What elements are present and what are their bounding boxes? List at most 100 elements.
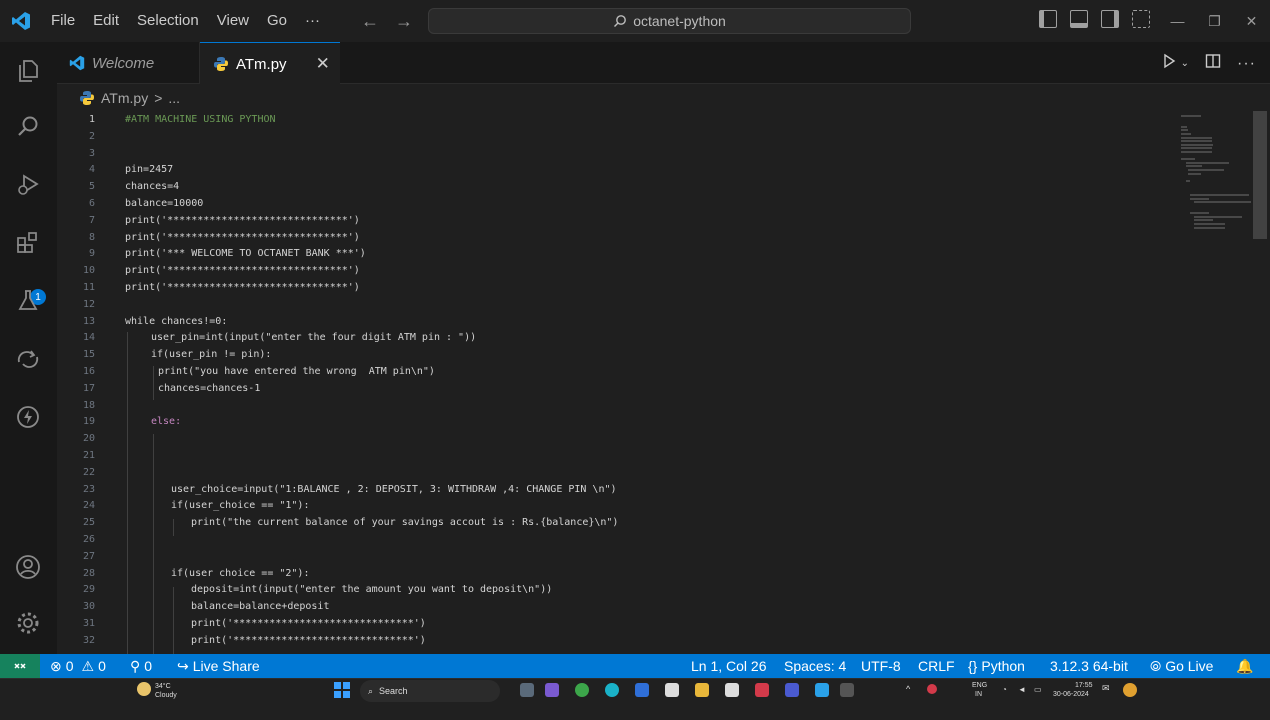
tab-welcome[interactable]: Welcome — [57, 42, 200, 84]
code-line[interactable]: 6 balance=10000 — [57, 195, 1177, 212]
code-line[interactable]: 23 user_choice=input("1:BALANCE , 2: DEPO… — [57, 481, 1177, 498]
run-python-file-icon[interactable] — [1161, 53, 1177, 74]
indentation[interactable]: Spaces: 4 — [784, 654, 846, 678]
app-icon[interactable] — [725, 683, 739, 697]
code-line[interactable]: 8 print('******************************') — [57, 229, 1177, 246]
code-line[interactable]: 5 chances=4 — [57, 178, 1177, 195]
tray-app-icon[interactable] — [927, 684, 937, 694]
problems-indicator[interactable]: ⊗ 0 ⚠ 0 — [50, 654, 106, 678]
toggle-secondary-sidebar-icon[interactable] — [1101, 10, 1119, 28]
language-code[interactable]: ENG — [972, 681, 987, 690]
breadcrumb-symbols[interactable]: ... — [168, 90, 180, 106]
explorer-icon[interactable] — [11, 54, 45, 88]
settings-gear-icon[interactable] — [11, 606, 45, 640]
copilot-icon[interactable] — [1123, 683, 1137, 697]
tray-chevron-icon[interactable]: ^ — [906, 685, 910, 694]
taskbar-search[interactable]: ⌕ Search — [360, 680, 500, 702]
region-code[interactable]: IN — [975, 690, 982, 699]
code-line[interactable]: 25 print("the current balance of your sav… — [57, 514, 1177, 531]
customize-layout-icon[interactable] — [1132, 10, 1150, 28]
code-line[interactable]: 4 pin=2457 — [57, 161, 1177, 178]
weather-icon[interactable] — [137, 682, 151, 696]
code-line[interactable]: 24 if(user_choice == "1"): — [57, 497, 1177, 514]
code-line[interactable]: 29 deposit=int(input("enter the amount yo… — [57, 581, 1177, 598]
end-of-line[interactable]: CRLF — [918, 654, 955, 678]
edge-icon[interactable] — [605, 683, 619, 697]
code-line[interactable]: 13 while chances!=0: — [57, 313, 1177, 330]
code-editor[interactable]: 1 #ATM MACHINE USING PYTHON 2 3 4 pin=2457 5 ch… — [57, 111, 1257, 654]
battery-icon[interactable]: ▭ — [1034, 685, 1042, 694]
code-line[interactable]: 30 balance=balance+deposit — [57, 598, 1177, 615]
code-line[interactable]: 19 else: — [57, 413, 1177, 430]
testing-icon[interactable] — [11, 284, 45, 318]
menu-more[interactable]: ··· — [296, 0, 329, 42]
app-icon[interactable] — [840, 683, 854, 697]
breadcrumb-file[interactable]: ATm.py — [101, 90, 148, 106]
restore-icon[interactable]: ❐ — [1196, 0, 1233, 42]
code-line[interactable]: 9 print('*** WELCOME TO OCTANET BANK ***'… — [57, 245, 1177, 262]
more-actions-icon[interactable]: ··· — [1237, 55, 1256, 73]
python-interpreter[interactable]: 3.12.3 64-bit — [1050, 654, 1128, 678]
code-line[interactable]: 21 — [57, 447, 1177, 464]
code-line[interactable]: 10 print('******************************'… — [57, 262, 1177, 279]
command-center-search[interactable]: octanet-python — [428, 8, 911, 34]
menu-edit[interactable]: Edit — [84, 0, 128, 42]
app-icon[interactable] — [755, 683, 769, 697]
remote-indicator[interactable] — [0, 654, 40, 678]
cursor-position[interactable]: Ln 1, Col 26 — [691, 654, 767, 678]
clock-date[interactable]: 30-06-2024 — [1053, 690, 1089, 699]
forward-arrow-icon[interactable]: → — [394, 10, 414, 32]
menu-selection[interactable]: Selection — [128, 0, 208, 42]
code-line[interactable]: 2 — [57, 128, 1177, 145]
menu-view[interactable]: View — [208, 0, 258, 42]
volume-icon[interactable]: ◄ — [1018, 685, 1026, 694]
app-icon[interactable] — [665, 683, 679, 697]
close-tab-icon[interactable]: ✕ — [316, 54, 330, 74]
ports-indicator[interactable]: ⚲ 0 — [130, 654, 152, 678]
code-line[interactable]: 12 — [57, 296, 1177, 313]
code-line[interactable]: 1 #ATM MACHINE USING PYTHON — [57, 111, 1177, 128]
toggle-panel-icon[interactable] — [1070, 10, 1088, 28]
app-icon[interactable] — [635, 683, 649, 697]
tab-atm-py[interactable]: ATm.py ✕ — [200, 42, 340, 85]
lightning-icon[interactable] — [11, 400, 45, 434]
code-line[interactable]: 11 print('******************************'… — [57, 279, 1177, 296]
live-share-status[interactable]: ↪ Live Share — [177, 654, 260, 678]
windows-start-icon[interactable] — [334, 682, 350, 698]
search-view-icon[interactable] — [11, 110, 45, 144]
menu-file[interactable]: File — [42, 0, 84, 42]
go-live-button[interactable]: ⦾ Go Live — [1150, 654, 1213, 678]
code-line[interactable]: 20 — [57, 430, 1177, 447]
language-mode[interactable]: {} Python — [968, 654, 1025, 678]
app-icon[interactable] — [785, 683, 799, 697]
minimap[interactable] — [1175, 111, 1253, 241]
code-line[interactable]: 7 print('******************************') — [57, 212, 1177, 229]
minimize-icon[interactable]: — — [1159, 0, 1196, 42]
back-arrow-icon[interactable]: ← — [360, 10, 380, 32]
code-line[interactable]: 14 user_pin=int(input("enter the four dig… — [57, 329, 1177, 346]
notification-icon[interactable]: ✉ — [1102, 684, 1110, 693]
split-editor-icon[interactable] — [1205, 53, 1221, 74]
toggle-primary-sidebar-icon[interactable] — [1039, 10, 1057, 28]
close-window-icon[interactable]: ✕ — [1233, 0, 1270, 42]
code-line[interactable]: 22 — [57, 464, 1177, 481]
code-line[interactable]: 3 — [57, 145, 1177, 162]
live-share-icon[interactable] — [11, 342, 45, 376]
code-line[interactable]: 32 print('******************************'… — [57, 632, 1177, 649]
chrome-icon[interactable] — [575, 683, 589, 697]
app-icon[interactable] — [545, 683, 559, 697]
clock-time[interactable]: 17:55 — [1075, 681, 1093, 690]
code-line[interactable]: 17 chances=chances-1 — [57, 380, 1177, 397]
code-line[interactable]: 15 if(user_pin != pin): — [57, 346, 1177, 363]
code-line[interactable]: 18 — [57, 397, 1177, 414]
vscode-taskbar-icon[interactable] — [815, 683, 829, 697]
code-line[interactable]: 31 print('******************************'… — [57, 615, 1177, 632]
task-view-icon[interactable] — [520, 683, 534, 697]
notifications-bell-icon[interactable]: 🔔 — [1236, 654, 1253, 678]
extensions-icon[interactable] — [11, 226, 45, 260]
wifi-icon[interactable]: ◔ — [1002, 685, 1007, 694]
chevron-down-icon[interactable]: ⌄ — [1181, 58, 1189, 69]
menu-go[interactable]: Go — [258, 0, 296, 42]
code-line[interactable]: 26 — [57, 531, 1177, 548]
vertical-scrollbar[interactable] — [1253, 111, 1267, 239]
